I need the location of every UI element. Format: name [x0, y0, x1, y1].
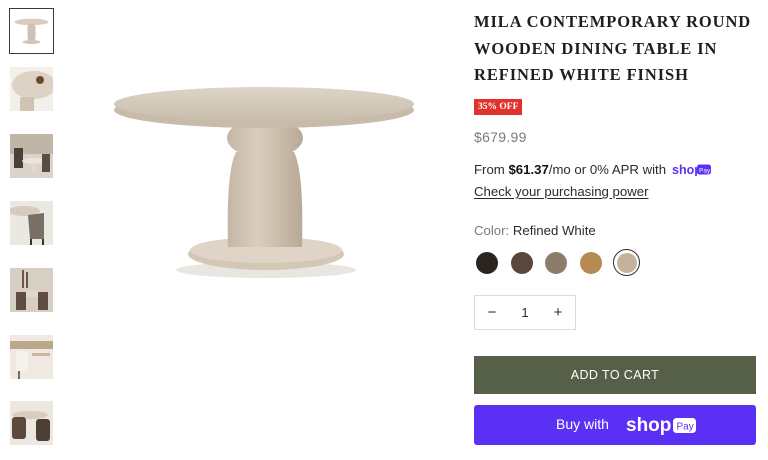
swatch-walnut[interactable]: [511, 252, 533, 274]
shop-pay-tag: Pay: [699, 167, 711, 174]
quantity-value[interactable]: 1: [509, 296, 541, 329]
color-selected-value: Refined White: [512, 223, 596, 238]
buy-with-label: Buy with: [556, 416, 609, 432]
swatch-refined-white[interactable]: [613, 249, 640, 276]
thumbnail-dining-set-side[interactable]: [10, 335, 53, 379]
product-main-image[interactable]: [108, 72, 420, 282]
swatch-black-oak[interactable]: [476, 252, 498, 274]
installment-text: From $61.37/mo or 0% APR with shop Pay: [474, 162, 712, 179]
installment-suffix: /mo or 0% APR with: [548, 162, 670, 177]
thumbnail-table-front[interactable]: [9, 8, 54, 54]
swatch-taupe[interactable]: [545, 252, 567, 274]
product-title: MILA CONTEMPORARY ROUND WOODEN DINING TA…: [474, 12, 752, 84]
shop-pay-button-logo: shop Pay: [626, 414, 698, 441]
installment-amount: $61.37: [508, 162, 549, 177]
quantity-decrease-button[interactable]: −: [475, 296, 509, 329]
installment-prefix: From: [474, 162, 509, 177]
color-swatches: [474, 249, 674, 276]
color-label: Color: Refined White: [474, 223, 596, 238]
product-price: $679.99: [474, 129, 527, 145]
swatch-natural[interactable]: [580, 252, 602, 274]
thumbnail-dining-room-scene[interactable]: [10, 134, 53, 178]
thumbnail-table-with-chairs[interactable]: [10, 401, 53, 445]
quantity-increase-button[interactable]: +: [541, 296, 575, 329]
shop-pay-button-word: shop: [626, 415, 671, 436]
discount-badge: 35% OFF: [474, 99, 523, 115]
thumbnail-room-with-plant[interactable]: [10, 268, 53, 312]
buy-with-shop-pay-button[interactable]: Buy with shop Pay: [474, 405, 756, 445]
thumbnail-chair-detail[interactable]: [10, 201, 53, 245]
add-to-cart-button[interactable]: ADD TO CART: [474, 356, 756, 394]
shop-pay-logo: shop Pay: [672, 163, 712, 179]
thumbnail-table-top-angle[interactable]: [10, 67, 53, 111]
quantity-stepper: − 1 +: [474, 295, 576, 330]
color-label-text: Color:: [474, 223, 510, 238]
swatch-refined-white-fill: [616, 252, 637, 273]
purchasing-power-link[interactable]: Check your purchasing power: [474, 184, 648, 199]
shop-pay-button-tag: Pay: [677, 422, 694, 433]
